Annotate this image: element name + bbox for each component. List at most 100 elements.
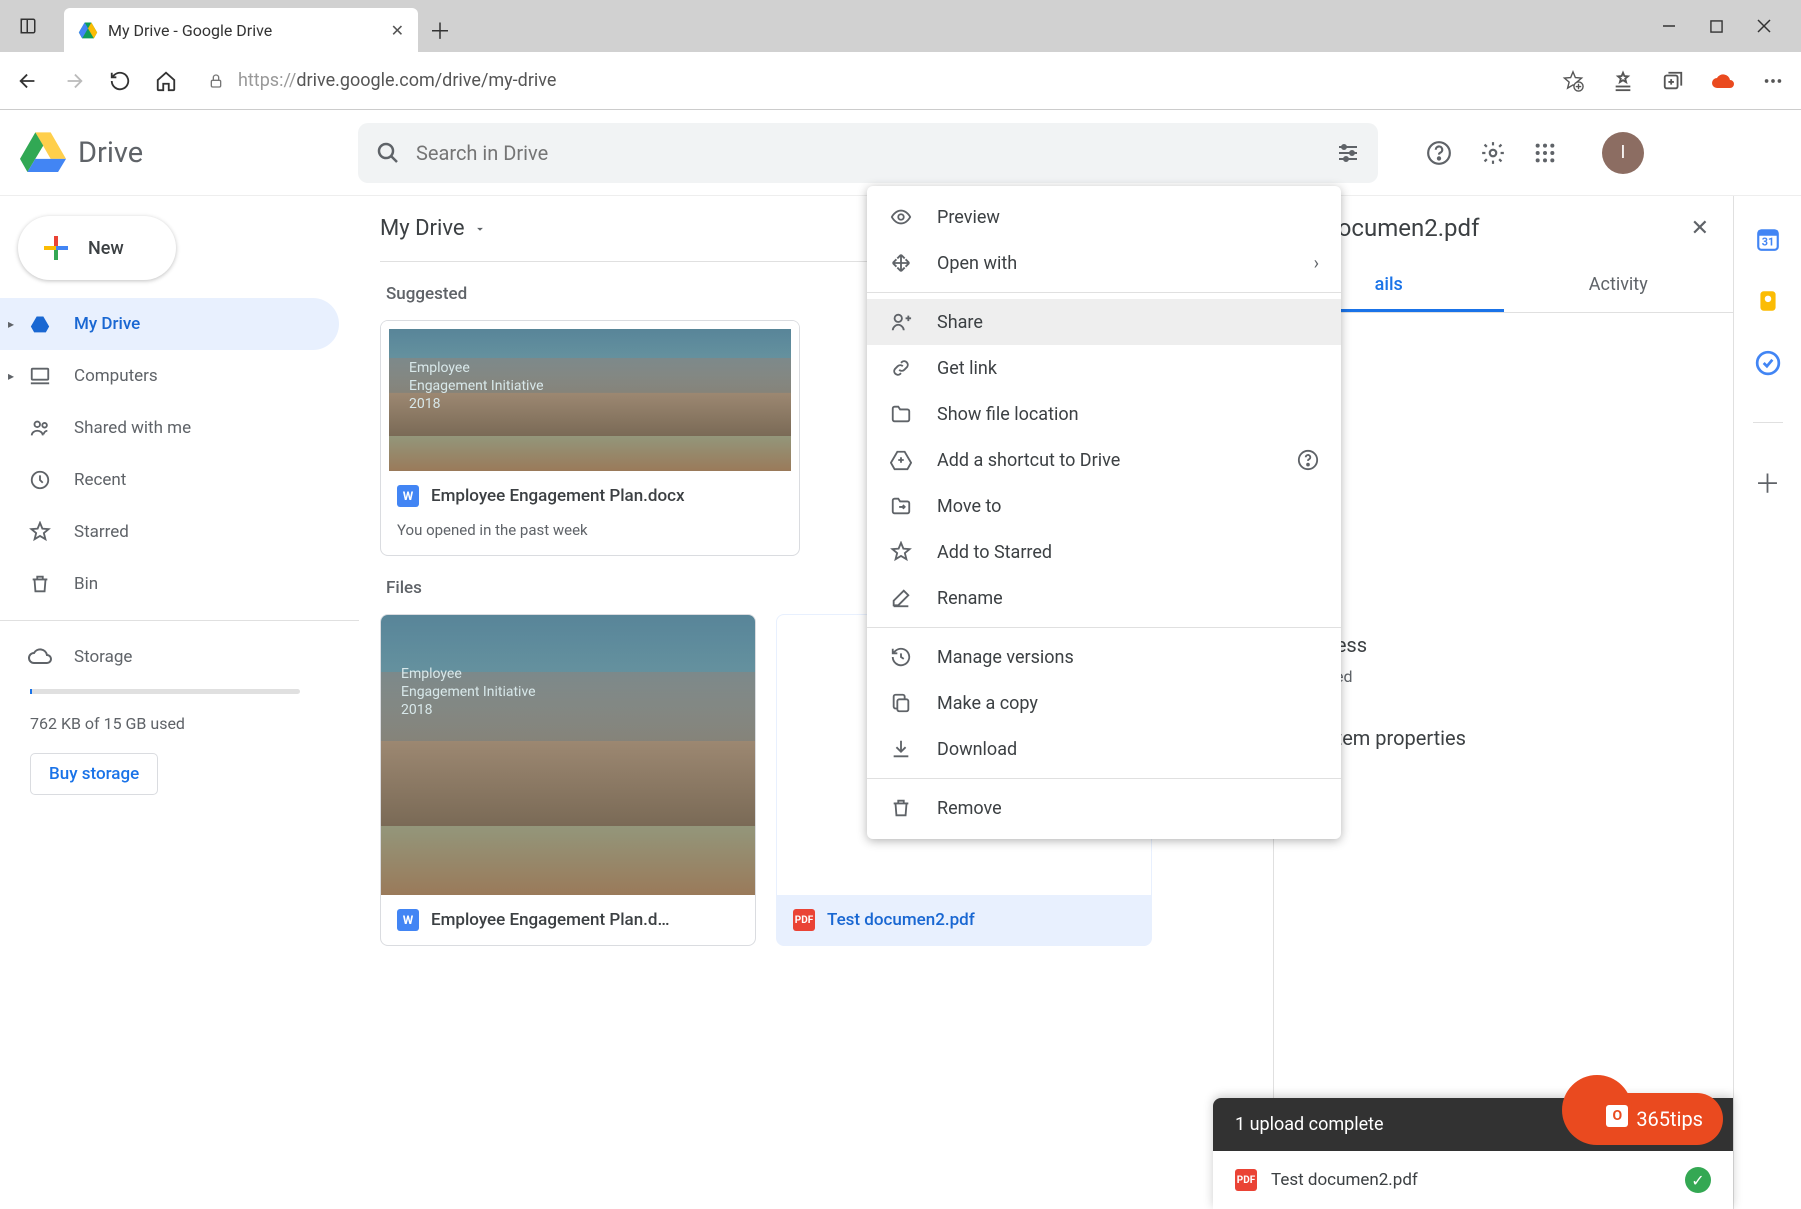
sidebar-item-label: My Drive xyxy=(74,314,140,334)
check-icon: ✓ xyxy=(1685,1167,1711,1193)
copy-icon xyxy=(889,692,913,714)
tasks-icon[interactable] xyxy=(1755,350,1781,376)
menu-preview[interactable]: Preview xyxy=(867,194,1341,240)
tab-activity[interactable]: Activity xyxy=(1504,260,1734,312)
lock-icon xyxy=(208,73,224,89)
pdf-icon: PDF xyxy=(793,909,815,931)
menu-download[interactable]: Download xyxy=(867,726,1341,772)
help-icon[interactable] xyxy=(1426,140,1452,166)
toast-filename: Test documen2.pdf xyxy=(1271,1170,1418,1190)
url-bar[interactable]: https://drive.google.com/drive/my-drive xyxy=(198,70,1541,91)
menu-label: Manage versions xyxy=(937,647,1074,668)
context-menu: Preview Open with › Share Get link Show … xyxy=(867,186,1341,839)
divider xyxy=(1753,422,1783,423)
sidebar-item-label: Bin xyxy=(74,574,98,594)
star-icon xyxy=(28,521,52,543)
pdf-icon: PDF xyxy=(1235,1169,1257,1191)
access-heading: access xyxy=(1304,633,1703,657)
menu-manage-versions[interactable]: Manage versions xyxy=(867,634,1341,680)
cloud-ext-icon[interactable] xyxy=(1709,67,1737,95)
menu-add-starred[interactable]: Add to Starred xyxy=(867,529,1341,575)
menu-add-shortcut[interactable]: Add a shortcut to Drive xyxy=(867,437,1341,483)
apps-icon[interactable] xyxy=(1534,142,1556,164)
menu-make-copy[interactable]: Make a copy xyxy=(867,680,1341,726)
divider xyxy=(0,620,359,621)
menu-label: Show file location xyxy=(937,404,1079,425)
rename-icon xyxy=(889,587,913,609)
help-icon[interactable] xyxy=(1297,449,1319,471)
breadcrumb[interactable]: My Drive xyxy=(380,216,487,241)
sidebar-item-computers[interactable]: ▸ Computers xyxy=(0,350,339,402)
search-bar[interactable] xyxy=(358,123,1378,183)
minimize-icon[interactable] xyxy=(1662,19,1676,33)
more-icon[interactable] xyxy=(1759,67,1787,95)
collections-icon[interactable] xyxy=(1659,67,1687,95)
office-logo-icon: O xyxy=(1606,1105,1628,1127)
menu-rename[interactable]: Rename xyxy=(867,575,1341,621)
suggested-card[interactable]: EmployeeEngagement Initiative2018 W Empl… xyxy=(380,320,800,556)
menu-label: Open with xyxy=(937,253,1017,274)
menu-label: Share xyxy=(937,312,983,333)
shared-icon xyxy=(28,417,52,439)
new-button[interactable]: New xyxy=(18,216,176,280)
sidebar-item-label: Computers xyxy=(74,366,158,386)
sidebar-item-recent[interactable]: Recent xyxy=(0,454,339,506)
trash-icon xyxy=(28,573,52,595)
tab-title: My Drive - Google Drive xyxy=(108,21,381,40)
sidebar: New ▸ My Drive ▸ Computers Shared with m… xyxy=(0,196,360,1209)
sidebar-item-bin[interactable]: Bin xyxy=(0,558,339,610)
file-title: Test documen2.pdf xyxy=(827,910,975,930)
new-tab-button[interactable]: ＋ xyxy=(418,8,462,52)
recent-icon xyxy=(28,469,52,491)
home-icon[interactable] xyxy=(152,67,180,95)
drive-logo[interactable]: Drive xyxy=(20,132,340,174)
maximize-icon[interactable] xyxy=(1710,20,1723,33)
back-icon[interactable] xyxy=(14,67,42,95)
menu-share[interactable]: Share xyxy=(867,299,1341,345)
sidebar-item-shared[interactable]: Shared with me xyxy=(0,402,339,454)
menu-open-with[interactable]: Open with › xyxy=(867,240,1341,286)
sidebar-item-storage[interactable]: Storage xyxy=(0,631,339,683)
details-file-title: st documen2.pdf xyxy=(1298,214,1677,242)
close-details-icon[interactable]: ✕ xyxy=(1691,216,1709,241)
window-controls xyxy=(1662,0,1801,52)
menu-show-location[interactable]: Show file location xyxy=(867,391,1341,437)
shortcut-icon xyxy=(889,449,913,471)
tab-close-icon[interactable]: ✕ xyxy=(391,21,404,40)
menu-get-link[interactable]: Get link xyxy=(867,345,1341,391)
folder-icon xyxy=(889,403,913,425)
divider xyxy=(867,778,1341,779)
menu-remove[interactable]: Remove xyxy=(867,785,1341,831)
browser-tab[interactable]: My Drive - Google Drive ✕ xyxy=(64,8,418,52)
menu-move-to[interactable]: Move to xyxy=(867,483,1341,529)
system-props-heading: System properties xyxy=(1304,726,1703,750)
add-rail-icon[interactable]: ＋ xyxy=(1755,469,1781,495)
sidebar-item-starred[interactable]: Starred xyxy=(0,506,339,558)
gear-icon[interactable] xyxy=(1480,140,1506,166)
expand-icon[interactable]: ▸ xyxy=(8,317,14,331)
expand-icon[interactable]: ▸ xyxy=(8,369,14,383)
search-options-icon[interactable] xyxy=(1336,141,1360,165)
reload-icon[interactable] xyxy=(106,67,134,95)
menu-label: Preview xyxy=(937,207,1000,228)
calendar-icon[interactable]: 31 xyxy=(1755,226,1781,252)
menu-label: Get link xyxy=(937,358,997,379)
shared-text: shared xyxy=(1304,667,1703,686)
search-icon xyxy=(376,141,400,165)
history-icon xyxy=(889,646,913,668)
close-window-icon[interactable] xyxy=(1757,19,1771,33)
favorite-icon[interactable] xyxy=(1559,67,1587,95)
buy-storage-button[interactable]: Buy storage xyxy=(30,753,158,795)
drive-favicon xyxy=(78,20,98,40)
search-input[interactable] xyxy=(416,141,1320,165)
file-card[interactable]: EmployeeEngagement Initiative2018 W Empl… xyxy=(380,614,756,946)
forward-icon[interactable] xyxy=(60,67,88,95)
menu-label: Remove xyxy=(937,798,1002,819)
avatar[interactable]: I xyxy=(1602,132,1644,174)
sidebar-item-my-drive[interactable]: ▸ My Drive xyxy=(0,298,339,350)
svg-text:31: 31 xyxy=(1761,236,1773,249)
keep-icon[interactable] xyxy=(1755,288,1781,314)
favorites-list-icon[interactable] xyxy=(1609,67,1637,95)
chevron-right-icon: › xyxy=(1314,253,1319,274)
tab-actions-icon[interactable] xyxy=(0,0,56,52)
